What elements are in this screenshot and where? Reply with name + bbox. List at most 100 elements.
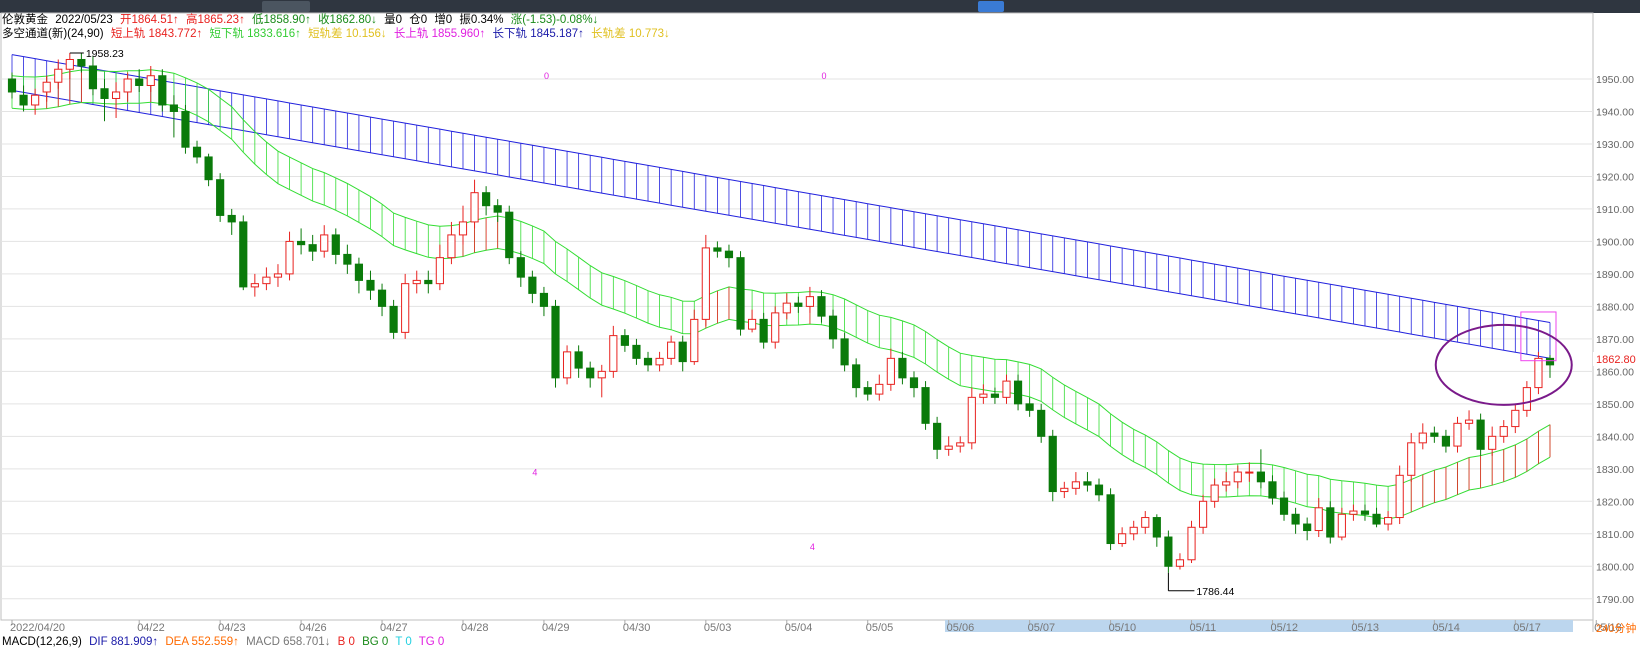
candle-up [42, 81, 51, 93]
candle-down [169, 104, 178, 112]
long-upper-value: 长上轨 1855.960↑ [393, 28, 486, 40]
x-tick-label: 05/05 [866, 622, 894, 634]
candle-up [1187, 526, 1196, 561]
macd-info-row: MACD(12,26,9) DIF 881.909↑ DEA 552.559↑ … [2, 635, 448, 649]
candle-up [1141, 517, 1150, 528]
candle-up [1488, 435, 1497, 450]
candle-up [1129, 526, 1138, 535]
y-tick-label: 1880.00 [1596, 301, 1634, 313]
candle-up [1314, 507, 1323, 532]
macd-name[interactable]: MACD(12,26,9) [2, 636, 82, 648]
candle-up [123, 78, 132, 93]
candle-down [736, 257, 745, 330]
x-tick-label: 04/27 [380, 622, 408, 634]
candle-down [1048, 435, 1057, 493]
candle-down [77, 58, 86, 67]
candle-down [516, 257, 525, 278]
candle-down [1106, 494, 1115, 545]
y-tick-label: 1810.00 [1596, 529, 1634, 541]
x-tick-label: 04/30 [623, 622, 651, 634]
open-value: 开1864.51↑ [119, 14, 179, 26]
candle-down [1441, 435, 1451, 447]
candle-up [285, 240, 294, 275]
candle-up [748, 318, 757, 330]
macd-b: B 0 [337, 636, 355, 648]
candle-down [1291, 513, 1300, 525]
candle-down [158, 75, 167, 106]
candle-down [377, 289, 387, 307]
y-tick-label: 1870.00 [1596, 334, 1634, 346]
x-tick-label: 05/11 [1190, 622, 1217, 634]
candle-up [1384, 517, 1393, 525]
candle-down [1545, 357, 1555, 366]
candle-down [343, 253, 352, 265]
y-tick-label: 1850.00 [1596, 399, 1634, 411]
candle-down [389, 305, 398, 333]
y-tick-label: 1840.00 [1596, 431, 1634, 443]
candle-up [1175, 559, 1185, 567]
candle-up [447, 234, 456, 259]
candle-up [655, 357, 664, 366]
candle-up [805, 296, 814, 307]
candle-up [54, 68, 63, 83]
candle-up [979, 393, 988, 398]
candle-down [1279, 497, 1289, 515]
last-price-label: 1862.80 [1596, 354, 1636, 366]
x-tick-label: 05/10 [1109, 622, 1137, 634]
candle-up [1418, 432, 1427, 444]
candle-down [88, 65, 98, 90]
candle-up [146, 75, 155, 86]
candle-up [782, 302, 791, 314]
change-value: 涨(-1.53)-0.08%↓ [510, 14, 599, 26]
candle-down [1268, 481, 1277, 499]
x-tick-label: 05/13 [1351, 622, 1379, 634]
candle-down [921, 387, 930, 424]
candle-down [19, 94, 28, 106]
candle-up [771, 312, 780, 343]
candle-down [909, 377, 919, 389]
candle-down [1303, 523, 1312, 532]
y-tick-label: 1940.00 [1596, 106, 1634, 118]
candle-up [1499, 426, 1508, 437]
candle-up [1071, 481, 1080, 489]
candle-up [1210, 484, 1219, 502]
candle-down [1476, 419, 1485, 450]
candle-up [1395, 474, 1404, 519]
indicator-name[interactable]: 多空通道(新)(24,90) [2, 28, 104, 40]
candle-down [794, 302, 803, 307]
candle-up [435, 257, 444, 285]
candle-down [990, 393, 1000, 398]
candle-down [216, 179, 225, 216]
candle-up [111, 91, 121, 99]
candle-up [458, 221, 468, 236]
period-label[interactable]: 240分钟 [1596, 621, 1636, 635]
macd-bg: BG 0 [362, 636, 389, 648]
candle-down [1152, 517, 1161, 538]
candle-up [1464, 419, 1474, 424]
candle-down [632, 344, 641, 359]
candle-down [724, 250, 734, 259]
candle-up [886, 357, 895, 385]
x-tick-label: 05/06 [947, 622, 975, 634]
position-value: 仓0 [409, 14, 428, 26]
candle-down [1013, 380, 1023, 405]
short-diff-value: 短轨差 10.156↓ [308, 28, 387, 40]
close-value: 收1862.80↓ [318, 14, 377, 26]
candle-up [31, 94, 40, 106]
long-diff-value: 长轨差 10.773↓ [591, 28, 670, 40]
candle-up [401, 283, 410, 333]
candle-up [701, 247, 710, 320]
x-tick-label: 05/04 [785, 622, 813, 634]
candle-up [250, 283, 259, 288]
candle-down [713, 247, 722, 252]
candle-down [204, 156, 213, 181]
candle-up [470, 192, 479, 223]
x-tick-label: 04/26 [299, 622, 327, 634]
candle-up [320, 234, 329, 252]
candle-down [551, 305, 560, 379]
x-tick-label: 05/03 [704, 622, 732, 634]
candle-down [1256, 471, 1265, 483]
candle-down [482, 192, 491, 207]
candle-down [1083, 481, 1092, 486]
high-value: 高1865.23↑ [186, 14, 245, 26]
